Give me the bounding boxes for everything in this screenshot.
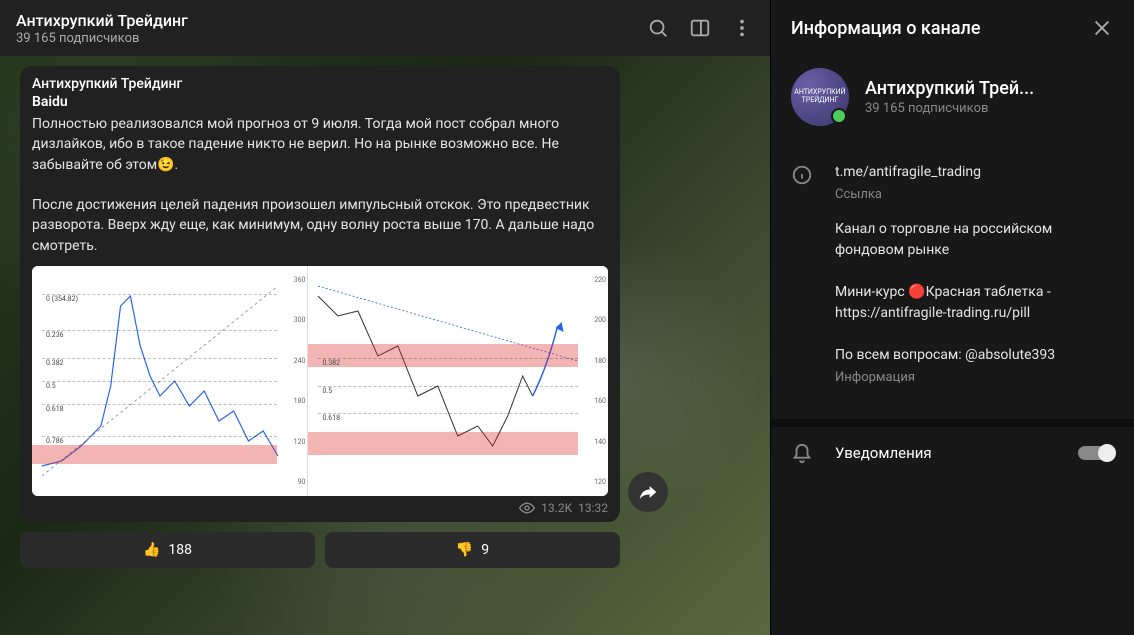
message-channel-name[interactable]: Антихрупкий Трейдинг [32, 76, 608, 92]
fib-r-5: 0.5 [318, 386, 578, 395]
axis-left-chart: 36030024018012090 [277, 276, 305, 486]
fib-618: 0.618 [42, 404, 277, 413]
channel-summary[interactable]: АНТИХРУПКИЙ ТРЕЙДИНГ Антихрупкий Трей...… [771, 56, 1134, 144]
fib-382: 0.382 [42, 358, 277, 367]
more-icon[interactable] [730, 16, 754, 40]
views-icon [519, 500, 535, 516]
info-panel-title: Информация о канале [791, 18, 980, 39]
search-icon[interactable] [646, 16, 670, 40]
notifications-toggle[interactable] [1078, 446, 1114, 460]
chat-header-info[interactable]: Антихрупкий Трейдинг 39 165 подписчиков [16, 11, 646, 46]
dislike-button[interactable]: 👎 9 [325, 532, 620, 568]
message-subject: Baidu [32, 94, 608, 110]
link-row[interactable]: t.me/antifragile_trading Ссылка Канал о … [791, 152, 1114, 411]
message-time: 13:32 [578, 501, 608, 515]
close-icon[interactable] [1090, 16, 1114, 40]
fib-786: 0.786 [42, 436, 277, 445]
description-label: Информация [835, 368, 1114, 388]
axis-right-chart: 220200180160140120 [578, 276, 606, 486]
header-actions [646, 16, 754, 40]
message-bubble: Антихрупкий Трейдинг Baidu Полностью реа… [20, 66, 620, 522]
attached-chart-image[interactable]: 0 (354.82) 0.236 0.382 0.5 0.618 0.786 3… [32, 266, 608, 496]
sidebar-toggle-icon[interactable] [688, 16, 712, 40]
fib-0: 0 (354.82) [42, 294, 277, 303]
channel-name: Антихрупкий Трей... [865, 78, 1034, 99]
like-emoji: 👍 [143, 542, 160, 558]
chat-title: Антихрупкий Трейдинг [16, 11, 646, 30]
fib-236: 0.236 [42, 330, 277, 339]
info-panel-header: Информация о канале [771, 0, 1134, 56]
reactions-bar: 👍 188 👎 9 [20, 532, 620, 568]
share-button[interactable] [628, 472, 668, 512]
like-count: 188 [168, 542, 192, 558]
message-meta: 13.2K 13:32 [32, 500, 608, 516]
notifications-label: Уведомления [835, 444, 1058, 462]
fib-r-382: 0.382 [318, 358, 578, 367]
like-button[interactable]: 👍 188 [20, 532, 315, 568]
dislike-count: 9 [481, 542, 489, 558]
notifications-row[interactable]: Уведомления [771, 419, 1134, 479]
dislike-emoji: 👎 [456, 542, 473, 558]
channel-subscribers: 39 165 подписчиков [865, 101, 1034, 116]
message-body: Полностью реализовался мой прогноз от 9 … [32, 114, 608, 256]
avatar-text: АНТИХРУПКИЙ ТРЕЙДИНГ [791, 89, 849, 104]
fib-r-618: 0.618 [318, 413, 578, 422]
link-label: Ссылка [835, 185, 1114, 205]
channel-avatar[interactable]: АНТИХРУПКИЙ ТРЕЙДИНГ [791, 68, 849, 126]
fib-5: 0.5 [42, 381, 277, 390]
bell-icon [791, 441, 815, 465]
channel-link[interactable]: t.me/antifragile_trading [835, 162, 1114, 183]
channel-description: Канал о торговле на российском фондовом … [835, 219, 1114, 366]
info-icon [791, 162, 815, 401]
chat-subscribers: 39 165 подписчиков [16, 31, 646, 46]
message-area[interactable]: Антихрупкий Трейдинг Baidu Полностью реа… [0, 56, 770, 635]
chart-left-panel: 0 (354.82) 0.236 0.382 0.5 0.618 0.786 3… [32, 266, 308, 496]
info-section: t.me/antifragile_trading Ссылка Канал о … [771, 144, 1134, 419]
chart-right-panel: 0.382 0.5 0.618 220200180160140120 [308, 266, 608, 496]
message-views: 13.2K [541, 501, 572, 515]
info-panel: Информация о канале АНТИХРУПКИЙ ТРЕЙДИНГ… [770, 0, 1134, 635]
chat-header: Антихрупкий Трейдинг 39 165 подписчиков [0, 0, 770, 56]
chat-panel: Антихрупкий Трейдинг 39 165 подписчиков … [0, 0, 770, 635]
